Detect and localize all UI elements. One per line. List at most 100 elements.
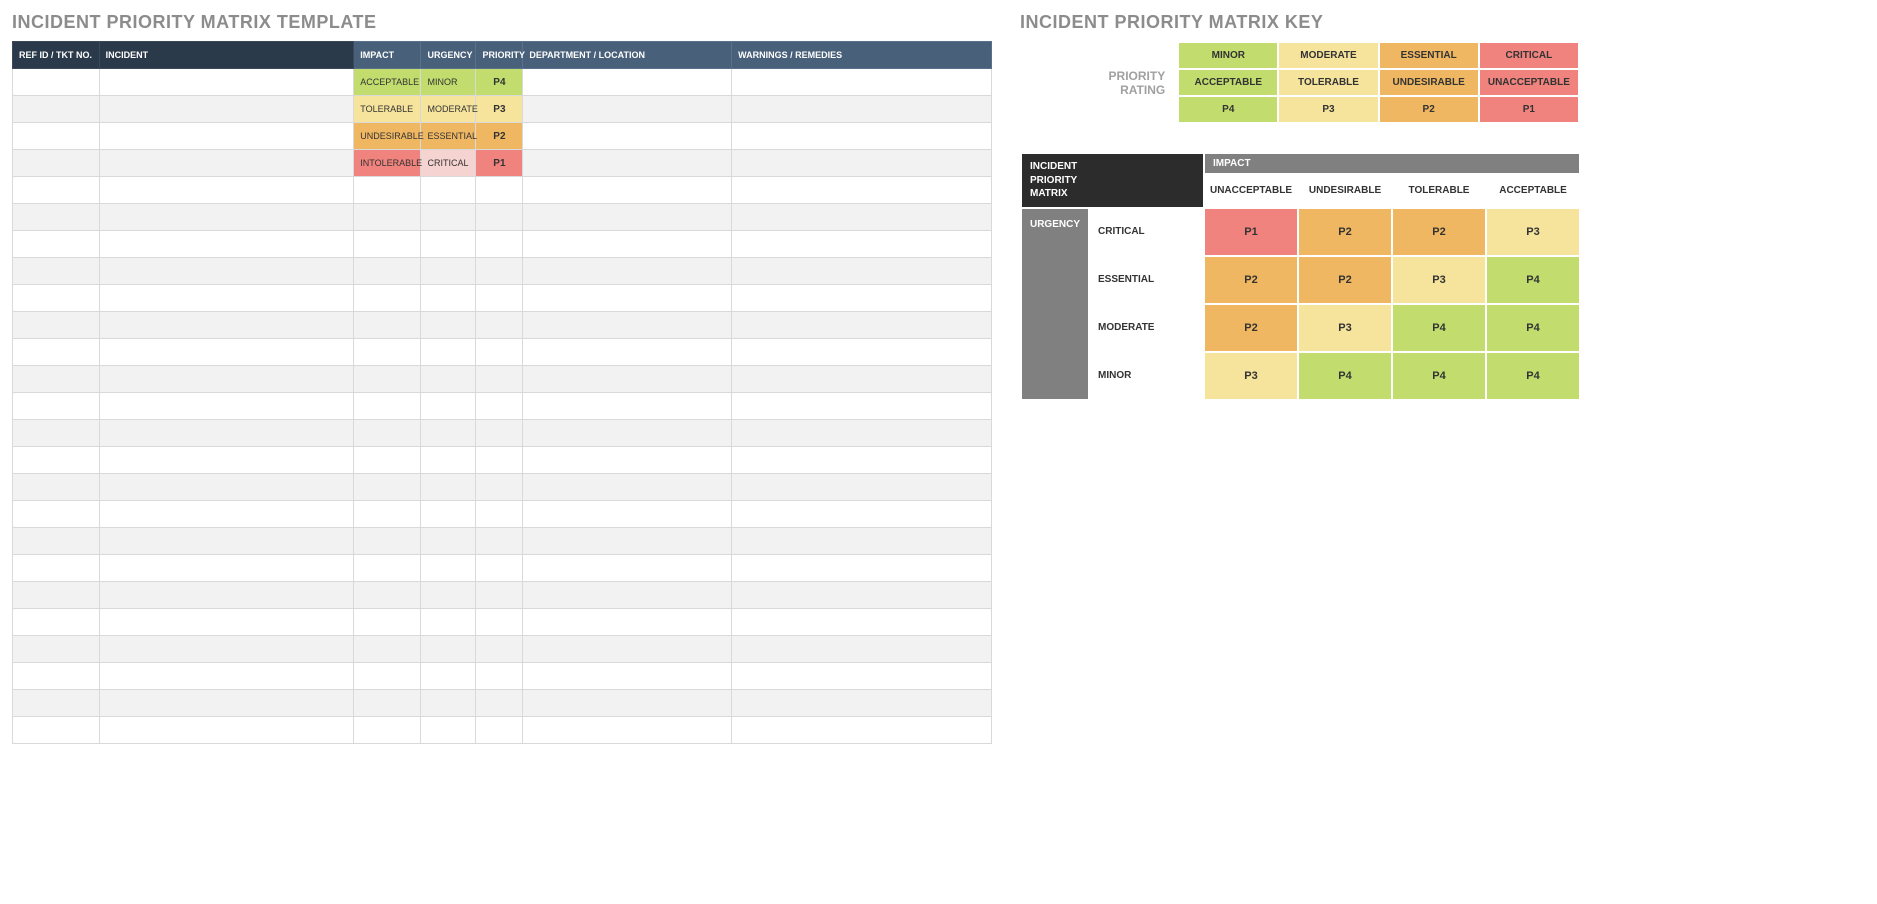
cell-dept[interactable] <box>523 393 732 420</box>
cell-dept[interactable] <box>523 528 732 555</box>
cell-warn[interactable] <box>732 123 992 150</box>
cell-urgency[interactable] <box>421 474 476 501</box>
cell-warn[interactable] <box>732 69 992 96</box>
cell-incident[interactable] <box>99 447 354 474</box>
cell-incident[interactable] <box>99 285 354 312</box>
cell-dept[interactable] <box>523 258 732 285</box>
cell-priority[interactable]: P2 <box>476 123 523 150</box>
cell-urgency[interactable] <box>421 582 476 609</box>
cell-warn[interactable] <box>732 555 992 582</box>
cell-dept[interactable] <box>523 231 732 258</box>
cell-warn[interactable] <box>732 690 992 717</box>
cell-urgency[interactable] <box>421 231 476 258</box>
cell-dept[interactable] <box>523 501 732 528</box>
cell-priority[interactable] <box>476 204 523 231</box>
cell-impact[interactable] <box>354 690 421 717</box>
cell-ref[interactable] <box>13 96 100 123</box>
cell-impact[interactable] <box>354 528 421 555</box>
cell-impact[interactable] <box>354 393 421 420</box>
cell-warn[interactable] <box>732 663 992 690</box>
cell-dept[interactable] <box>523 366 732 393</box>
cell-priority[interactable]: P4 <box>476 69 523 96</box>
cell-priority[interactable] <box>476 447 523 474</box>
cell-priority[interactable] <box>476 636 523 663</box>
cell-dept[interactable] <box>523 123 732 150</box>
cell-impact[interactable] <box>354 663 421 690</box>
cell-urgency[interactable] <box>421 312 476 339</box>
cell-impact[interactable] <box>354 582 421 609</box>
cell-warn[interactable] <box>732 339 992 366</box>
cell-ref[interactable] <box>13 636 100 663</box>
cell-incident[interactable] <box>99 123 354 150</box>
cell-dept[interactable] <box>523 96 732 123</box>
cell-impact[interactable]: TOLERABLE <box>354 96 421 123</box>
cell-urgency[interactable] <box>421 690 476 717</box>
cell-incident[interactable] <box>99 231 354 258</box>
cell-urgency[interactable] <box>421 366 476 393</box>
cell-priority[interactable] <box>476 609 523 636</box>
cell-warn[interactable] <box>732 312 992 339</box>
cell-priority[interactable] <box>476 258 523 285</box>
cell-warn[interactable] <box>732 717 992 744</box>
cell-ref[interactable] <box>13 447 100 474</box>
cell-incident[interactable] <box>99 312 354 339</box>
cell-ref[interactable] <box>13 501 100 528</box>
cell-priority[interactable] <box>476 663 523 690</box>
cell-dept[interactable] <box>523 69 732 96</box>
cell-urgency[interactable] <box>421 204 476 231</box>
cell-incident[interactable] <box>99 393 354 420</box>
cell-urgency[interactable]: CRITICAL <box>421 150 476 177</box>
cell-warn[interactable] <box>732 258 992 285</box>
cell-incident[interactable] <box>99 636 354 663</box>
cell-urgency[interactable] <box>421 258 476 285</box>
cell-dept[interactable] <box>523 474 732 501</box>
cell-ref[interactable] <box>13 420 100 447</box>
cell-incident[interactable] <box>99 96 354 123</box>
cell-incident[interactable] <box>99 474 354 501</box>
cell-impact[interactable] <box>354 636 421 663</box>
cell-dept[interactable] <box>523 555 732 582</box>
cell-urgency[interactable] <box>421 717 476 744</box>
cell-urgency[interactable] <box>421 555 476 582</box>
cell-impact[interactable] <box>354 339 421 366</box>
cell-priority[interactable] <box>476 528 523 555</box>
cell-incident[interactable] <box>99 663 354 690</box>
cell-ref[interactable] <box>13 69 100 96</box>
cell-incident[interactable] <box>99 204 354 231</box>
cell-warn[interactable] <box>732 582 992 609</box>
cell-priority[interactable] <box>476 177 523 204</box>
cell-ref[interactable] <box>13 285 100 312</box>
cell-ref[interactable] <box>13 312 100 339</box>
cell-warn[interactable] <box>732 420 992 447</box>
cell-impact[interactable] <box>354 474 421 501</box>
cell-impact[interactable]: UNDESIRABLE <box>354 123 421 150</box>
cell-priority[interactable] <box>476 582 523 609</box>
cell-incident[interactable] <box>99 258 354 285</box>
cell-ref[interactable] <box>13 690 100 717</box>
cell-warn[interactable] <box>732 285 992 312</box>
cell-dept[interactable] <box>523 582 732 609</box>
cell-urgency[interactable] <box>421 609 476 636</box>
cell-urgency[interactable] <box>421 528 476 555</box>
cell-dept[interactable] <box>523 177 732 204</box>
cell-warn[interactable] <box>732 231 992 258</box>
cell-dept[interactable] <box>523 204 732 231</box>
cell-warn[interactable] <box>732 366 992 393</box>
cell-impact[interactable] <box>354 177 421 204</box>
cell-urgency[interactable] <box>421 663 476 690</box>
cell-ref[interactable] <box>13 339 100 366</box>
cell-impact[interactable] <box>354 717 421 744</box>
cell-priority[interactable] <box>476 555 523 582</box>
cell-priority[interactable] <box>476 501 523 528</box>
cell-priority[interactable]: P3 <box>476 96 523 123</box>
cell-warn[interactable] <box>732 528 992 555</box>
cell-ref[interactable] <box>13 663 100 690</box>
cell-dept[interactable] <box>523 636 732 663</box>
cell-ref[interactable] <box>13 717 100 744</box>
cell-dept[interactable] <box>523 339 732 366</box>
cell-incident[interactable] <box>99 555 354 582</box>
cell-warn[interactable] <box>732 204 992 231</box>
cell-urgency[interactable] <box>421 285 476 312</box>
cell-urgency[interactable] <box>421 420 476 447</box>
cell-dept[interactable] <box>523 690 732 717</box>
